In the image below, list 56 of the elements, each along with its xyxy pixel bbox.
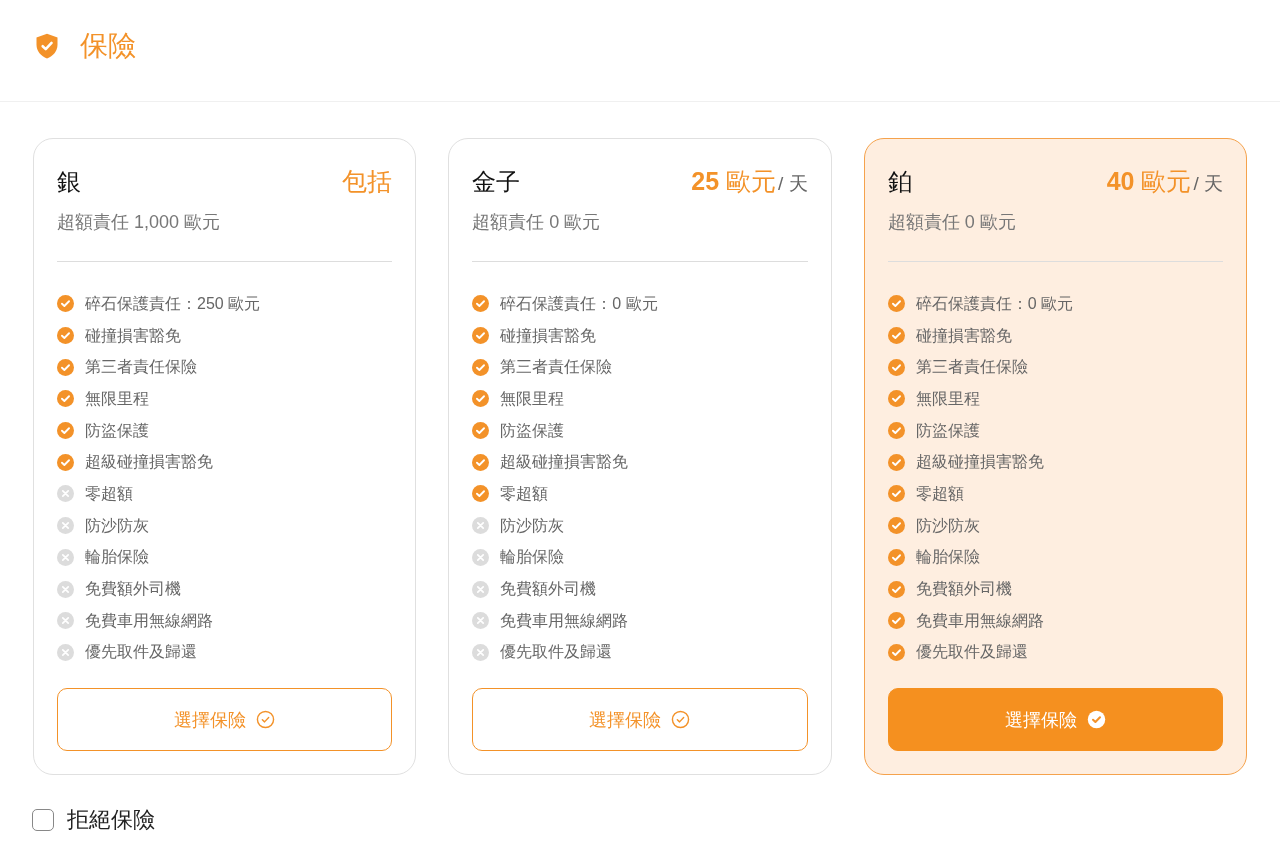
- select-button[interactable]: 選擇保險: [57, 688, 393, 752]
- feature-text: 防沙防灰: [500, 515, 565, 536]
- feature-text: 碰撞損害豁免: [500, 325, 597, 346]
- feature-text: 碎石保護責任：0 歐元: [500, 293, 658, 314]
- plan-price: 40 歐元: [1106, 166, 1192, 197]
- plan-name: 銀: [57, 167, 81, 197]
- feature-text: 超級碰撞損害豁免: [85, 452, 213, 473]
- feature-text: 碎石保護責任：0 歐元: [915, 293, 1073, 314]
- feature-text: 防盜保護: [85, 420, 149, 441]
- feature-text: 無限里程: [915, 388, 980, 409]
- feature-text: 零超額: [915, 483, 964, 504]
- feature-text: 第三者責任保險: [85, 357, 197, 378]
- feature-text: 碰撞損害豁免: [85, 325, 181, 346]
- price-unit: / 天: [778, 172, 808, 196]
- feature-text: 免費額外司機: [85, 579, 181, 600]
- feature-text: 碎石保護責任：250 歐元: [85, 293, 261, 314]
- feature-text: 碰撞損害豁免: [915, 325, 1012, 346]
- feature-text: 防沙防灰: [915, 515, 980, 536]
- page-title: 保險: [80, 28, 136, 63]
- decline-label: 拒絕保險: [67, 806, 155, 835]
- feature-text: 優先取件及歸還: [85, 642, 197, 663]
- feature-text: 超級碰撞損害豁免: [915, 452, 1044, 473]
- plan-price: 25 歐元: [691, 166, 777, 197]
- check-circle-icon: [671, 710, 691, 730]
- feature-text: 第三者責任保險: [915, 357, 1028, 378]
- feature-text: 無限里程: [85, 388, 149, 409]
- plan-name: 金子: [472, 167, 521, 197]
- select-button[interactable]: 選擇保險: [472, 688, 808, 752]
- feature-text: 免費額外司機: [915, 579, 1012, 600]
- feature-text: 零超額: [85, 483, 133, 504]
- plan-name: 鉑: [887, 167, 912, 197]
- decline-checkbox[interactable]: [32, 809, 54, 832]
- feature-text: 防盜保護: [915, 420, 980, 441]
- feature-text: 輪胎保險: [85, 547, 149, 568]
- feature-text: 優先取件及歸還: [915, 642, 1028, 663]
- feature-text: 無限里程: [500, 388, 565, 409]
- feature-text: 防沙防灰: [85, 515, 149, 536]
- feature-text: 零超額: [500, 483, 549, 504]
- excess-text: 超額責任 0 歐元: [887, 211, 1017, 234]
- feature-text: 免費車用無線網路: [500, 610, 629, 631]
- price-unit: / 天: [1193, 172, 1223, 196]
- excess-text: 超額責任 0 歐元: [472, 211, 602, 234]
- feature-text: 輪胎保險: [500, 547, 565, 568]
- feature-text: 超級碰撞損害豁免: [500, 452, 629, 473]
- check-circle-icon: [1086, 710, 1106, 730]
- excess-text: 超額責任 1,000 歐元: [57, 211, 222, 234]
- check-circle-icon: [256, 710, 276, 730]
- feature-text: 防盜保護: [500, 420, 565, 441]
- plan-price: 包括: [342, 166, 393, 197]
- feature-text: 免費額外司機: [500, 579, 597, 600]
- feature-text: 第三者責任保險: [500, 357, 613, 378]
- feature-text: 免費車用無線網路: [85, 610, 213, 631]
- feature-text: 免費車用無線網路: [915, 610, 1044, 631]
- feature-text: 優先取件及歸還: [500, 642, 613, 663]
- feature-text: 輪胎保險: [915, 547, 980, 568]
- select-button[interactable]: 選擇保險: [887, 688, 1223, 752]
